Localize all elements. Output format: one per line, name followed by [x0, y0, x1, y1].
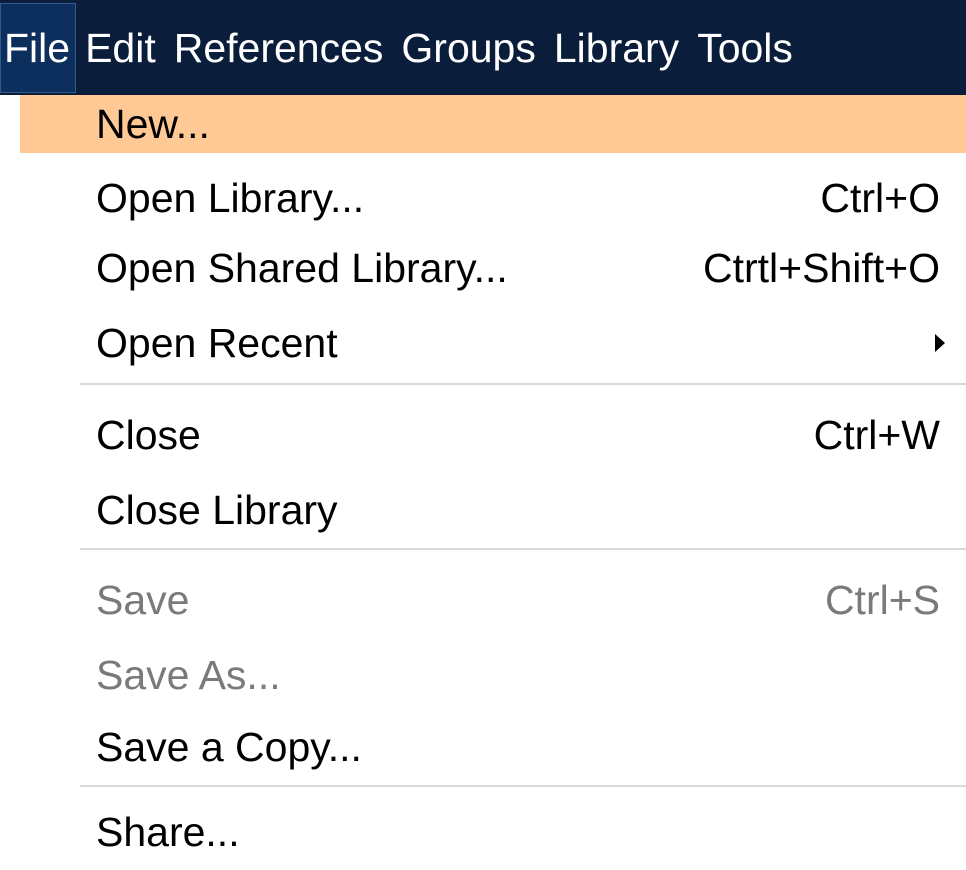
- menu-item-shortcut: Ctrl+S: [824, 576, 940, 623]
- menu-item-label: Open Library...: [96, 174, 365, 221]
- menubar-edit[interactable]: Edit: [76, 3, 165, 93]
- menu-item-shortcut: Ctrl+W: [813, 411, 940, 458]
- menu-item-shortcut: Ctrl+O: [820, 174, 940, 221]
- menu-item-label: Save a Copy...: [96, 723, 362, 770]
- menubar-tools[interactable]: Tools: [688, 3, 802, 93]
- menu-separator: [80, 383, 966, 385]
- menu-item-label: Save As...: [96, 651, 281, 698]
- menu-item-save[interactable]: Save Ctrl+S: [20, 565, 966, 635]
- menu-item-save-as[interactable]: Save As...: [20, 640, 966, 710]
- menu-item-open-shared-library[interactable]: Open Shared Library... Ctrtl+Shift+O: [20, 233, 966, 303]
- menu-item-label: Open Recent: [96, 319, 338, 366]
- file-menu-dropdown: New... Open Library... Ctrl+O Open Share…: [20, 95, 966, 870]
- menu-item-new[interactable]: New...: [20, 95, 966, 153]
- submenu-arrow-icon: [935, 334, 945, 352]
- menubar-library[interactable]: Library: [545, 3, 688, 93]
- menu-item-close-library[interactable]: Close Library: [20, 475, 966, 545]
- menubar-file[interactable]: File: [0, 2, 77, 93]
- menu-item-shortcut: Ctrtl+Shift+O: [703, 244, 940, 291]
- menu-item-share[interactable]: Share...: [20, 797, 966, 867]
- menu-separator: [80, 548, 966, 550]
- menu-item-save-a-copy[interactable]: Save a Copy...: [20, 712, 966, 782]
- menu-item-label: New...: [96, 100, 210, 147]
- menubar-references[interactable]: References: [165, 3, 393, 93]
- menu-item-close[interactable]: Close Ctrl+W: [20, 400, 966, 470]
- menu-item-label: Save: [96, 576, 190, 623]
- menubar: File Edit References Groups Library Tool…: [0, 0, 966, 95]
- menu-separator: [80, 785, 966, 787]
- menu-item-label: Close Library: [96, 486, 338, 533]
- menu-item-label: Close: [96, 411, 201, 458]
- menubar-groups[interactable]: Groups: [392, 3, 544, 93]
- menu-item-open-library[interactable]: Open Library... Ctrl+O: [20, 163, 966, 233]
- menu-item-label: Open Shared Library...: [96, 244, 508, 291]
- menu-item-open-recent[interactable]: Open Recent: [20, 308, 966, 378]
- menu-item-label: Share...: [96, 808, 240, 855]
